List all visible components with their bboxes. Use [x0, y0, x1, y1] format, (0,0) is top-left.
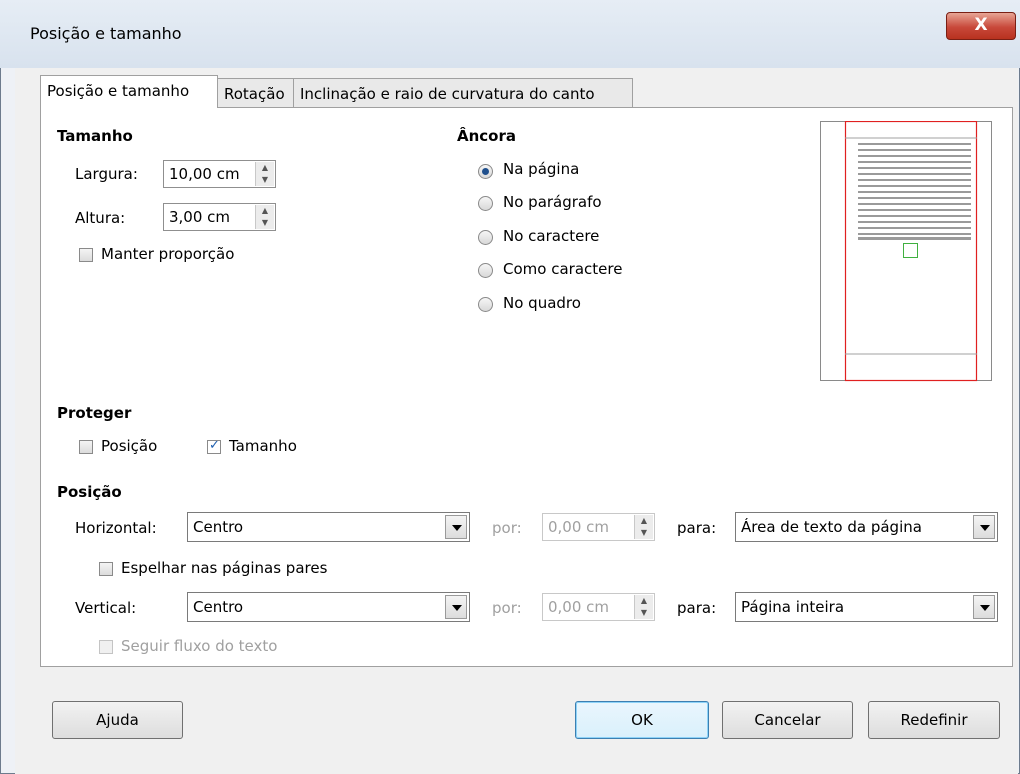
protect-heading: Proteger — [57, 404, 132, 422]
width-down-arrow-icon[interactable]: ▼ — [256, 174, 274, 186]
mirror-checkbox[interactable] — [99, 562, 113, 576]
vertical-to-combobox[interactable]: Página inteira — [735, 592, 998, 622]
width-label-text: Largura: — [75, 165, 138, 183]
vertical-by-value: 0,00 cm — [548, 598, 610, 616]
horizontal-by-down-arrow-icon[interactable]: ▼ — [635, 527, 653, 539]
tab-position-and-size[interactable]: Posição e tamanho — [40, 75, 218, 108]
horizontal-label: Horizontal: — [75, 519, 157, 537]
anchor-as-character-label[interactable]: Como caractere — [503, 260, 622, 278]
vertical-by-label: por: — [492, 599, 522, 617]
dialog-title: Posição e tamanho — [30, 24, 182, 43]
follow-text-flow-label: Seguir fluxo do texto — [121, 637, 278, 655]
height-value: 3,00 cm — [169, 208, 231, 226]
horizontal-value: Centro — [193, 518, 244, 536]
anchor-page-radio[interactable] — [478, 164, 493, 179]
horizontal-to-dropdown-arrow-icon[interactable] — [973, 515, 995, 539]
horizontal-by-spinbox[interactable]: 0,00 cm ▲ ▼ — [542, 513, 655, 541]
protect-position-checkbox[interactable] — [79, 440, 93, 454]
protect-size-label[interactable]: Tamanho — [229, 437, 297, 455]
protect-position-label[interactable]: Posição — [101, 437, 157, 455]
anchor-as-character-radio[interactable] — [478, 263, 493, 278]
vertical-dropdown-arrow-icon[interactable] — [445, 595, 467, 619]
close-button[interactable]: X — [946, 12, 1016, 40]
horizontal-to-combobox[interactable]: Área de texto da página — [735, 512, 998, 542]
horizontal-to-label: para: — [677, 519, 717, 537]
follow-text-flow-checkbox[interactable] — [99, 640, 113, 654]
horizontal-combobox[interactable]: Centro — [187, 512, 470, 542]
height-spinbox[interactable]: 3,00 cm ▲ ▼ — [163, 203, 276, 231]
help-button[interactable]: Ajuda — [52, 701, 183, 739]
protect-size-checkbox[interactable] — [207, 438, 221, 454]
vertical-value: Centro — [193, 598, 244, 616]
tab-rotation[interactable]: Rotação — [217, 78, 294, 108]
vertical-to-dropdown-arrow-icon[interactable] — [973, 595, 995, 619]
anchor-paragraph-label[interactable]: No parágrafo — [503, 193, 602, 211]
ok-button[interactable]: OK — [575, 701, 709, 739]
keep-ratio-label[interactable]: Manter proporção — [101, 245, 234, 263]
anchor-frame-label[interactable]: No quadro — [503, 294, 581, 312]
horizontal-dropdown-arrow-icon[interactable] — [445, 515, 467, 539]
vertical-combobox[interactable]: Centro — [187, 592, 470, 622]
height-down-arrow-icon[interactable]: ▼ — [256, 217, 274, 229]
reset-button[interactable]: Redefinir — [868, 701, 1000, 739]
anchor-character-radio[interactable] — [478, 230, 493, 245]
position-heading: Posição — [57, 483, 122, 501]
tab-slant-corner-radius[interactable]: Inclinação e raio de curvatura do canto — [293, 78, 633, 108]
keep-ratio-checkbox[interactable] — [79, 248, 93, 262]
horizontal-by-label: por: — [492, 519, 522, 537]
anchor-paragraph-radio[interactable] — [478, 196, 493, 211]
horizontal-by-value: 0,00 cm — [548, 518, 610, 536]
position-preview — [820, 121, 992, 382]
width-value: 10,00 cm — [169, 165, 240, 183]
horizontal-to-value: Área de texto da página — [741, 518, 922, 536]
anchor-character-label[interactable]: No caractere — [503, 227, 599, 245]
vertical-by-spinbox[interactable]: 0,00 cm ▲ ▼ — [542, 593, 655, 621]
width-spinbox[interactable]: 10,00 cm ▲ ▼ — [163, 160, 276, 188]
vertical-to-value: Página inteira — [741, 598, 845, 616]
anchor-heading: Âncora — [457, 127, 517, 145]
mirror-label[interactable]: Espelhar nas páginas pares — [121, 559, 327, 577]
vertical-label: Vertical: — [75, 599, 137, 617]
cancel-button[interactable]: Cancelar — [722, 701, 853, 739]
anchor-frame-radio[interactable] — [478, 297, 493, 312]
vertical-to-label: para: — [677, 599, 717, 617]
height-label: Altura: — [75, 209, 126, 227]
anchor-page-label[interactable]: Na página — [503, 160, 579, 178]
size-heading: Tamanho — [57, 127, 133, 145]
vertical-by-down-arrow-icon[interactable]: ▼ — [635, 607, 653, 619]
